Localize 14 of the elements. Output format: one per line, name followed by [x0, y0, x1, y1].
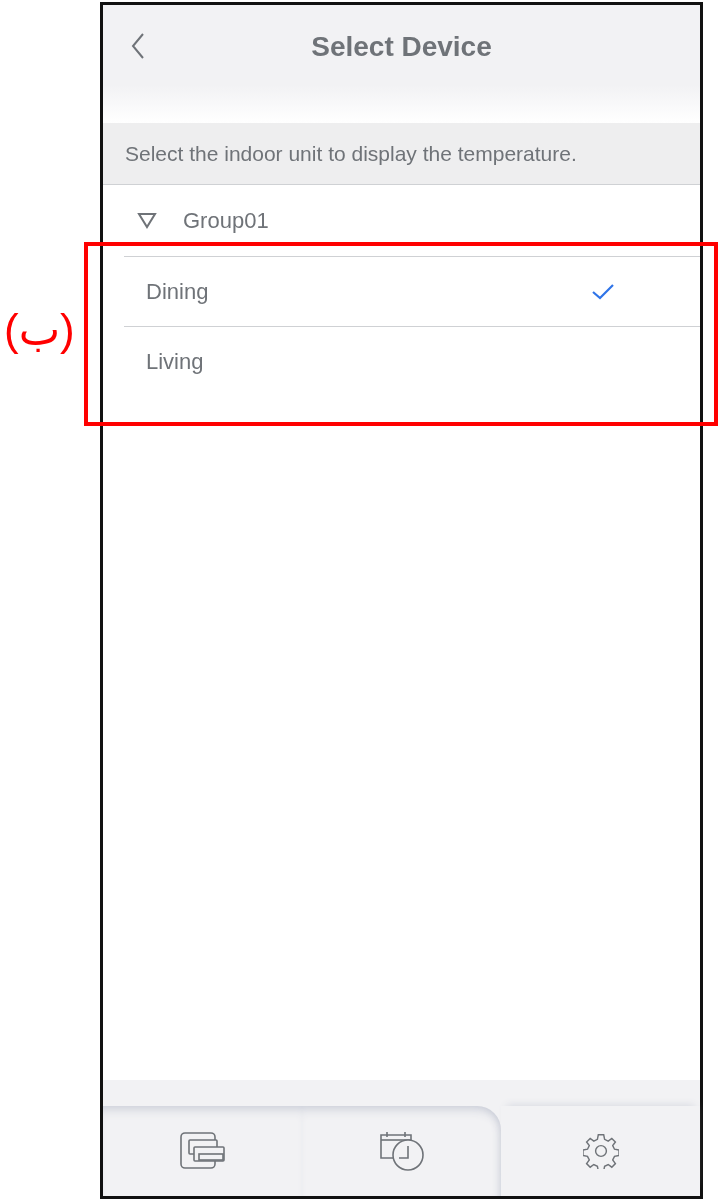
group-row[interactable]: Group01 [103, 185, 700, 256]
instruction-text: Select the indoor unit to display the temperature. [103, 123, 700, 185]
device-item[interactable]: Living [124, 326, 700, 396]
group-name: Group01 [183, 207, 269, 234]
nav-tab[interactable] [302, 1106, 501, 1196]
stacked-units-icon [179, 1132, 226, 1170]
triangle-icon [137, 211, 157, 230]
device-item[interactable]: Dining [124, 256, 700, 326]
annotation-label: (ب) [4, 308, 75, 352]
settings-icon [582, 1133, 619, 1169]
back-icon[interactable] [131, 33, 145, 59]
nav-tab[interactable] [103, 1106, 302, 1196]
calendar-clock-icon [378, 1130, 425, 1172]
screen-title: Select Device [311, 31, 492, 64]
